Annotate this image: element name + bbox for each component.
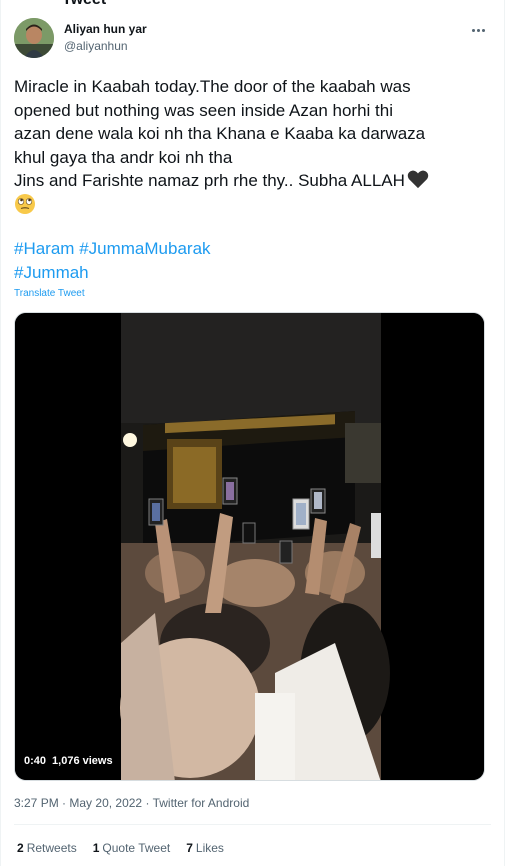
author-handle[interactable]: @aliyanhun <box>64 39 128 53</box>
video-duration: 0:40 <box>24 755 47 767</box>
black-heart-icon <box>407 170 429 189</box>
tweet-line: khul gaya tha andr koi nh tha <box>14 147 233 167</box>
right-border <box>504 0 505 866</box>
likes-label: Likes <box>195 841 224 855</box>
avatar[interactable] <box>14 18 54 58</box>
tweet-meta: 3:27 PM · May 20, 2022 · Twitter for And… <box>14 796 249 810</box>
quote-tweets-stat[interactable]: 1 Quote Tweet <box>93 841 171 855</box>
quotes-label: Quote Tweet <box>102 841 171 855</box>
tweet-line-last: Jins and Farishte namaz prh rhe thy.. Su… <box>14 169 494 193</box>
hashtag-link[interactable]: #Haram <box>14 239 74 258</box>
likes-stat[interactable]: 7 Likes <box>186 841 224 855</box>
tweet-line: azan dene wala koi nh tha Khana e Kaaba … <box>14 124 426 143</box>
tweet-date[interactable]: May 20, 2022 <box>69 796 142 810</box>
meta-separator: · <box>145 796 150 810</box>
video-frame <box>15 313 484 780</box>
engagement-stats: 2 Retweets 1 Quote Tweet 7 Likes <box>17 841 224 855</box>
avatar-image <box>14 18 54 58</box>
hashtag-link[interactable]: #JummaMubarak <box>79 239 210 258</box>
emoji-line <box>14 193 494 218</box>
translate-tweet-link[interactable]: Translate Tweet <box>14 288 85 299</box>
meta-separator: · <box>62 796 67 810</box>
more-options-icon[interactable] <box>466 20 490 40</box>
quotes-count: 1 <box>92 841 100 855</box>
page-title: Tweet <box>62 0 106 9</box>
left-border <box>0 0 1 866</box>
video-info: 0:40 1,076 views <box>24 755 113 767</box>
tweet-line: opened but nothing was seen inside Azan … <box>14 100 393 120</box>
author-name[interactable]: Aliyan hun yar <box>64 22 147 36</box>
tweet-line: Miracle in Kaabah today.The door of the … <box>14 77 411 96</box>
tweet-time[interactable]: 3:27 PM <box>14 796 59 810</box>
likes-count: 7 <box>186 841 193 855</box>
retweets-label: Retweets <box>26 841 77 855</box>
tweet-source[interactable]: Twitter for Android <box>153 796 250 810</box>
divider <box>14 824 491 825</box>
video-player[interactable] <box>14 312 485 781</box>
tweet-line-text: Jins and Farishte namaz prh rhe thy.. Su… <box>14 171 405 190</box>
rolling-eyes-face-icon <box>15 193 35 214</box>
hashtags: #Haram #JummaMubarak #Jummah <box>14 237 211 285</box>
video-views: 1,076 views <box>52 755 113 767</box>
tweet-text: Miracle in Kaabah today.The door of the … <box>14 75 494 217</box>
hashtag-link[interactable]: #Jummah <box>14 263 89 282</box>
retweets-stat[interactable]: 2 Retweets <box>17 841 77 855</box>
retweets-count: 2 <box>17 841 24 855</box>
